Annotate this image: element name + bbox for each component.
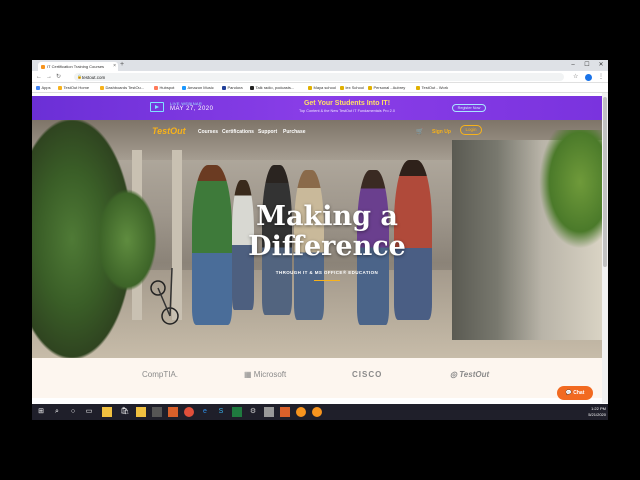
bookmark-talk-radio[interactable]: Talk radio, podcasts... — [250, 85, 294, 90]
minimize-icon[interactable]: – — [566, 60, 580, 70]
close-window-icon[interactable]: ✕ — [594, 60, 608, 70]
student-figure — [192, 165, 232, 325]
profile-avatar[interactable] — [585, 73, 592, 81]
bookmark-icon — [100, 85, 104, 90]
scrollbar-thumb[interactable] — [603, 97, 607, 267]
app-icon[interactable] — [296, 407, 306, 417]
bookmark-star-icon[interactable]: ☆ — [573, 73, 578, 81]
bookmark-testout-work[interactable]: TestOut - Work — [416, 85, 448, 90]
app-icon[interactable]: ⚙ — [248, 407, 258, 417]
hero-trees — [532, 130, 602, 260]
hero-subtitle: THROUGH IT & MS OFFICE® EDUCATION — [275, 270, 379, 275]
register-now-button[interactable]: Register Now — [452, 104, 486, 112]
bookmark-amazon-music[interactable]: Amazon Music — [182, 85, 214, 90]
cortana-icon[interactable]: ○ — [68, 407, 78, 417]
store-icon[interactable]: 🛍 — [120, 407, 130, 417]
bookmark-apps[interactable]: Apps — [36, 85, 51, 90]
sign-up-link[interactable]: Sign Up — [432, 129, 451, 135]
app-icon[interactable] — [168, 407, 178, 417]
tab-title: IT Certification Training Courses — [47, 64, 105, 69]
hero-title: Making a Difference — [227, 202, 427, 262]
hero-title-line2: Difference — [248, 231, 406, 262]
cisco-logo[interactable]: CISCO — [352, 370, 382, 379]
search-icon[interactable]: ⌕ — [52, 407, 62, 417]
excel-icon[interactable] — [232, 407, 242, 417]
bookmark-icon — [58, 85, 62, 90]
hubspot-icon — [154, 85, 158, 90]
tab-strip: IT Certification Training Courses × + – … — [32, 60, 608, 71]
amazon-music-icon — [182, 85, 186, 90]
nav-support[interactable]: Support — [258, 129, 277, 135]
testout-circle-icon: ◎ — [450, 370, 460, 379]
bookmark-dashboards[interactable]: Dashboards TestOu... — [100, 85, 144, 90]
folder-icon — [416, 85, 420, 90]
testout-partner-logo[interactable]: ◎ TestOut — [450, 370, 489, 379]
webinar-banner[interactable]: LIVE WEBINAR MAY 27, 2020 Get Your Stude… — [32, 96, 602, 120]
nav-purchase[interactable]: Purchase — [283, 129, 306, 135]
banner-headline: Get Your Students Into IT! — [303, 100, 391, 107]
microsoft-squares-icon: ▦ — [244, 370, 254, 379]
hero-divider — [314, 280, 340, 281]
folder-icon — [368, 85, 372, 90]
url-text: testout.com — [82, 74, 106, 80]
windows-taskbar: ⊞ ⌕ ○ ▭ 🛍 e S ⚙ 1:22 PM 5/21/2020 — [32, 404, 608, 420]
browser-tab[interactable]: IT Certification Training Courses × — [38, 62, 118, 71]
webinar-date: MAY 27, 2020 — [170, 106, 214, 112]
menu-icon[interactable]: ⋮ — [598, 73, 604, 81]
chat-button[interactable]: 💬 Chat — [557, 386, 593, 400]
skype-icon[interactable]: S — [216, 407, 226, 417]
banner-subtext: Top Content & the New TestOut IT Fundame… — [299, 109, 395, 113]
bookmarks-bar: Apps TestOut Home Dashboards TestOu... H… — [32, 83, 608, 93]
bookmark-personal[interactable]: Personal - Aubrey — [368, 85, 405, 90]
hero-title-line1: Making a — [256, 201, 398, 232]
close-tab-icon[interactable]: × — [113, 63, 116, 69]
app-icon[interactable] — [312, 407, 322, 417]
file-explorer-icon[interactable] — [102, 407, 112, 417]
browser-window: IT Certification Training Courses × + – … — [32, 60, 608, 420]
folder-icon — [308, 85, 312, 90]
folder-icon[interactable] — [136, 407, 146, 417]
app-icon[interactable] — [280, 407, 290, 417]
task-view-icon[interactable]: ▭ — [84, 407, 94, 417]
login-button[interactable]: Login — [460, 125, 482, 135]
hero-section: TestOut Courses Certifications Support P… — [32, 120, 602, 358]
system-clock[interactable]: 1:22 PM 5/21/2020 — [572, 406, 606, 418]
reload-icon[interactable]: ↻ — [56, 73, 61, 81]
bookmark-lex-school[interactable]: lex School — [340, 85, 364, 90]
apps-grid-icon — [36, 85, 40, 90]
app-icon[interactable] — [152, 407, 162, 417]
testout-favicon-icon — [41, 64, 45, 69]
bookmark-maya-school[interactable]: Maya school — [308, 85, 336, 90]
bookmark-hubspot[interactable]: Hubspot — [154, 85, 174, 90]
cart-icon[interactable]: 🛒 — [416, 128, 423, 135]
maximize-icon[interactable]: ☐ — [580, 60, 594, 70]
address-bar[interactable]: 🔒 testout.com — [74, 73, 564, 81]
partners-strip: CompTIA. ▦ Microsoft CISCO ◎ TestOut — [32, 358, 602, 398]
bookmark-testout-home[interactable]: TestOut Home — [58, 85, 89, 90]
webinar-monitor-icon — [150, 102, 164, 112]
lock-icon: 🔒 — [77, 74, 82, 79]
folder-icon — [340, 85, 344, 90]
browser-toolbar: ← → ↻ 🔒 testout.com ☆ ⋮ — [32, 71, 608, 83]
testout-logo[interactable]: TestOut — [152, 126, 186, 136]
pandora-icon — [222, 85, 226, 90]
new-tab-button[interactable]: + — [120, 61, 124, 68]
nav-certifications[interactable]: Certifications — [222, 129, 254, 135]
back-icon[interactable]: ← — [36, 73, 42, 81]
page-scrollbar[interactable] — [602, 93, 608, 403]
app-icon[interactable] — [264, 407, 274, 417]
nav-courses[interactable]: Courses — [198, 129, 218, 135]
windows-start-icon[interactable]: ⊞ — [36, 407, 46, 417]
comptia-logo[interactable]: CompTIA. — [142, 370, 178, 379]
chrome-icon[interactable] — [184, 407, 194, 417]
edge-icon[interactable]: e — [200, 407, 210, 417]
microsoft-logo[interactable]: ▦ Microsoft — [244, 370, 286, 379]
clock-date: 5/21/2020 — [588, 412, 606, 417]
bicycle-image — [150, 267, 179, 325]
radio-icon — [250, 85, 254, 90]
forward-icon[interactable]: → — [46, 73, 52, 81]
bookmark-pandora[interactable]: Pandora — [222, 85, 243, 90]
